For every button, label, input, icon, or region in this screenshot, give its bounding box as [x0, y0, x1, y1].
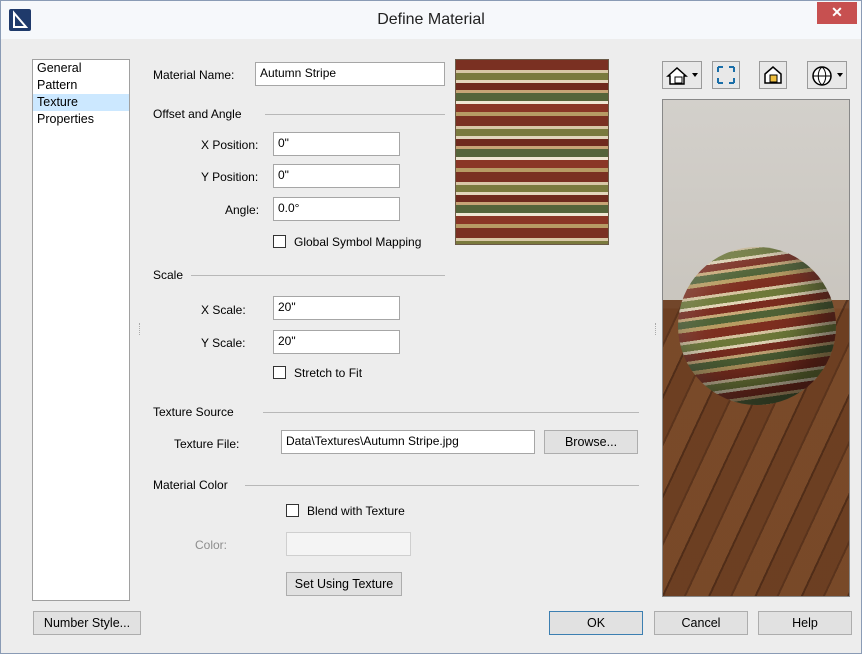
fit-view-icon [717, 66, 735, 84]
house-view-button[interactable] [662, 61, 702, 89]
stretch-to-fit-checkbox[interactable] [273, 366, 286, 379]
x-scale-label: X Scale: [201, 303, 246, 317]
separator [265, 114, 445, 115]
offset-angle-heading: Offset and Angle [153, 107, 242, 121]
material-preview-button[interactable] [759, 61, 787, 89]
globe-lighting-icon [812, 66, 832, 86]
nav-item-pattern[interactable]: Pattern [33, 77, 129, 94]
nav-item-texture[interactable]: Texture [33, 94, 129, 111]
nav-item-properties[interactable]: Properties [33, 111, 129, 128]
color-label: Color: [195, 538, 228, 552]
ok-button[interactable]: OK [549, 611, 643, 635]
material-preview-icon [764, 66, 782, 84]
y-position-label: Y Position: [201, 170, 259, 184]
material-3d-preview[interactable] [662, 99, 850, 597]
material-color-heading: Material Color [153, 478, 228, 492]
angle-field[interactable]: 0.0° [273, 197, 400, 221]
scale-heading: Scale [153, 268, 184, 282]
window-title: Define Material [377, 11, 485, 28]
texture-file-label: Texture File: [174, 437, 240, 451]
textured-sphere [678, 247, 836, 405]
texture-file-field[interactable]: Data\Textures\Autumn Stripe.jpg [281, 430, 535, 454]
number-style-button[interactable]: Number Style... [33, 611, 141, 635]
set-using-texture-button[interactable]: Set Using Texture [286, 572, 402, 596]
y-scale-field[interactable]: 20" [273, 330, 400, 354]
stretch-to-fit-label: Stretch to Fit [294, 366, 363, 380]
separator [245, 485, 639, 486]
cancel-button[interactable]: Cancel [654, 611, 748, 635]
blend-with-texture-label: Blend with Texture [307, 504, 405, 518]
material-name-label: Material Name: [153, 68, 235, 82]
close-button[interactable]: ✕ [817, 2, 857, 24]
category-list: General Pattern Texture Properties [32, 59, 130, 601]
global-symbol-mapping-label: Global Symbol Mapping [294, 235, 422, 249]
nav-item-general[interactable]: General [33, 60, 129, 77]
material-name-field[interactable]: Autumn Stripe [255, 62, 445, 86]
browse-button[interactable]: Browse... [544, 430, 638, 454]
separator [263, 412, 639, 413]
color-swatch-field [286, 532, 411, 556]
chevron-down-icon [837, 73, 843, 77]
globe-lighting-button[interactable] [807, 61, 847, 89]
global-symbol-mapping-checkbox[interactable] [273, 235, 286, 248]
help-button[interactable]: Help [758, 611, 852, 635]
separator [191, 275, 445, 276]
blend-with-texture-checkbox[interactable] [286, 504, 299, 517]
angle-label: Angle: [225, 203, 260, 217]
texture-source-heading: Texture Source [153, 405, 234, 419]
house-view-icon [666, 66, 688, 85]
chevron-down-icon [692, 73, 698, 77]
fit-view-button[interactable] [712, 61, 740, 89]
y-position-field[interactable]: 0" [273, 164, 400, 188]
y-scale-label: Y Scale: [201, 336, 246, 350]
dialog-body: General Pattern Texture Properties Mater… [9, 39, 853, 645]
x-position-field[interactable]: 0" [273, 132, 400, 156]
define-material-dialog: Define Material ✕ General Pattern Textur… [0, 0, 862, 654]
x-position-label: X Position: [201, 138, 259, 152]
x-scale-field[interactable]: 20" [273, 296, 400, 320]
texture-swatch [455, 59, 609, 245]
splitter-grip[interactable] [655, 323, 658, 335]
splitter-grip[interactable] [139, 323, 142, 335]
title-bar: Define Material ✕ [1, 1, 861, 39]
